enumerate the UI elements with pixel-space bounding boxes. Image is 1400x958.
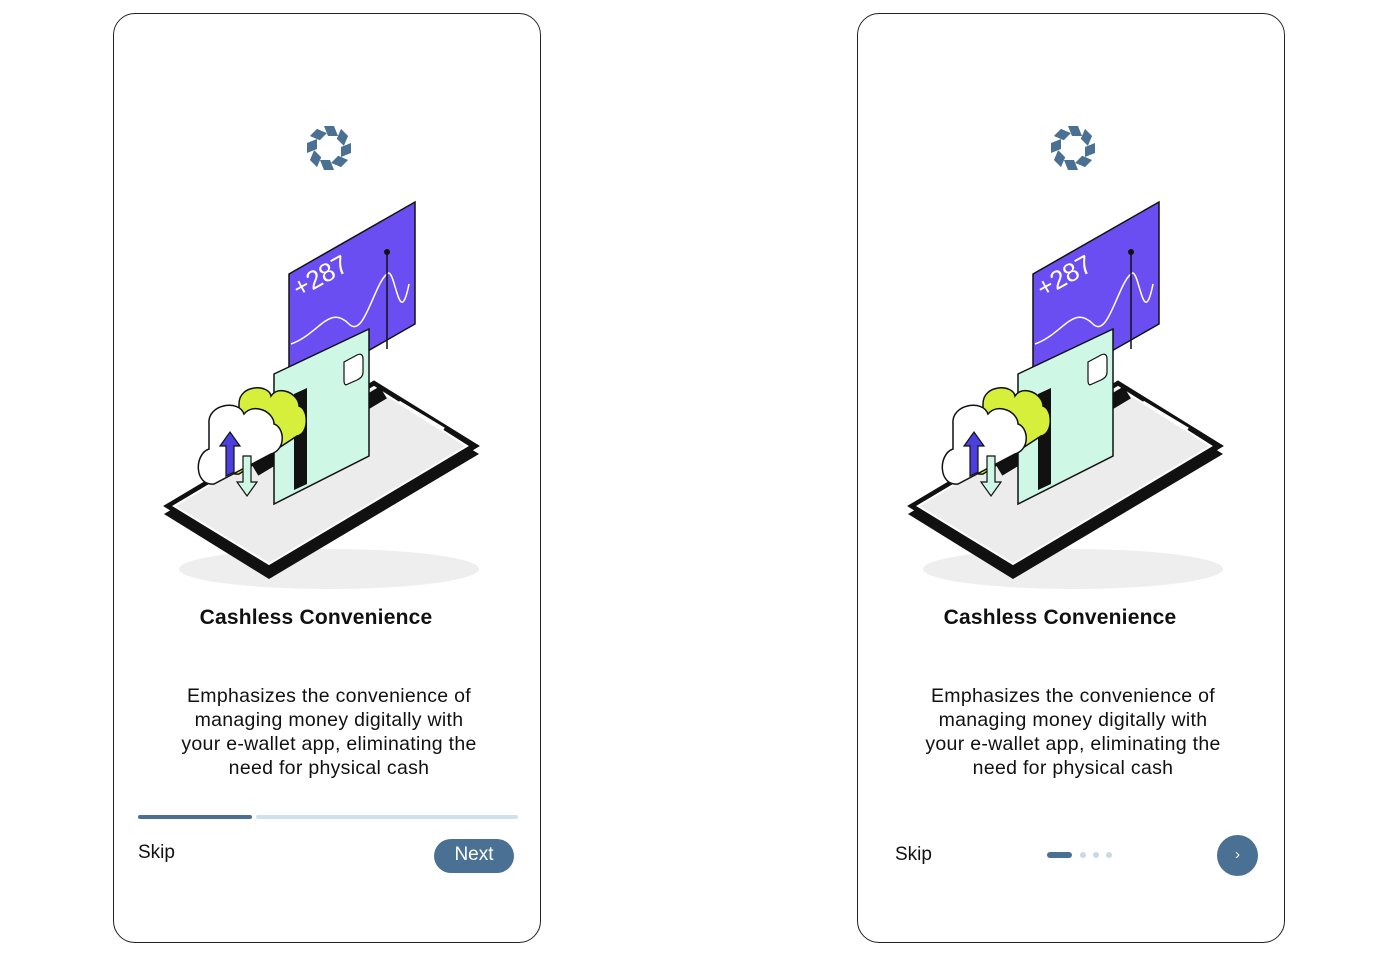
onboarding-description: Emphasizes the convenience of managing m…	[925, 685, 1221, 779]
cashless-illustration: +287	[907, 200, 1224, 589]
skip-button[interactable]: Skip	[895, 844, 932, 866]
onboarding-screen-progress-bar: +287 Cashless Convenience Emphasizes the…	[113, 13, 541, 943]
page-indicator-dot	[1080, 852, 1086, 858]
app-logo-icon	[1051, 126, 1095, 170]
onboarding-title: Cashless Convenience	[943, 606, 1177, 629]
app-logo-icon	[307, 126, 351, 170]
onboarding-title: Cashless Convenience	[199, 606, 433, 629]
cashless-illustration: +287	[163, 200, 480, 589]
page-indicator-dot	[1093, 852, 1099, 858]
next-button[interactable]: Next	[434, 839, 514, 873]
next-arrow-button[interactable]: ›	[1217, 835, 1258, 876]
onboarding-description: Emphasizes the convenience of managing m…	[181, 685, 477, 779]
chevron-right-icon: ›	[1235, 846, 1240, 863]
page-indicator-dot	[1106, 852, 1112, 858]
page-indicator-active	[1047, 852, 1072, 858]
onboarding-screen-dots: +287 Cashless Convenience Emphasizes the…	[857, 13, 1285, 943]
progress-remaining-segment	[256, 815, 518, 819]
shadow	[179, 549, 479, 589]
progress-active-segment	[138, 815, 252, 819]
shadow	[923, 549, 1223, 589]
skip-button[interactable]: Skip	[138, 842, 175, 864]
onboarding-progress-bar	[138, 815, 518, 819]
